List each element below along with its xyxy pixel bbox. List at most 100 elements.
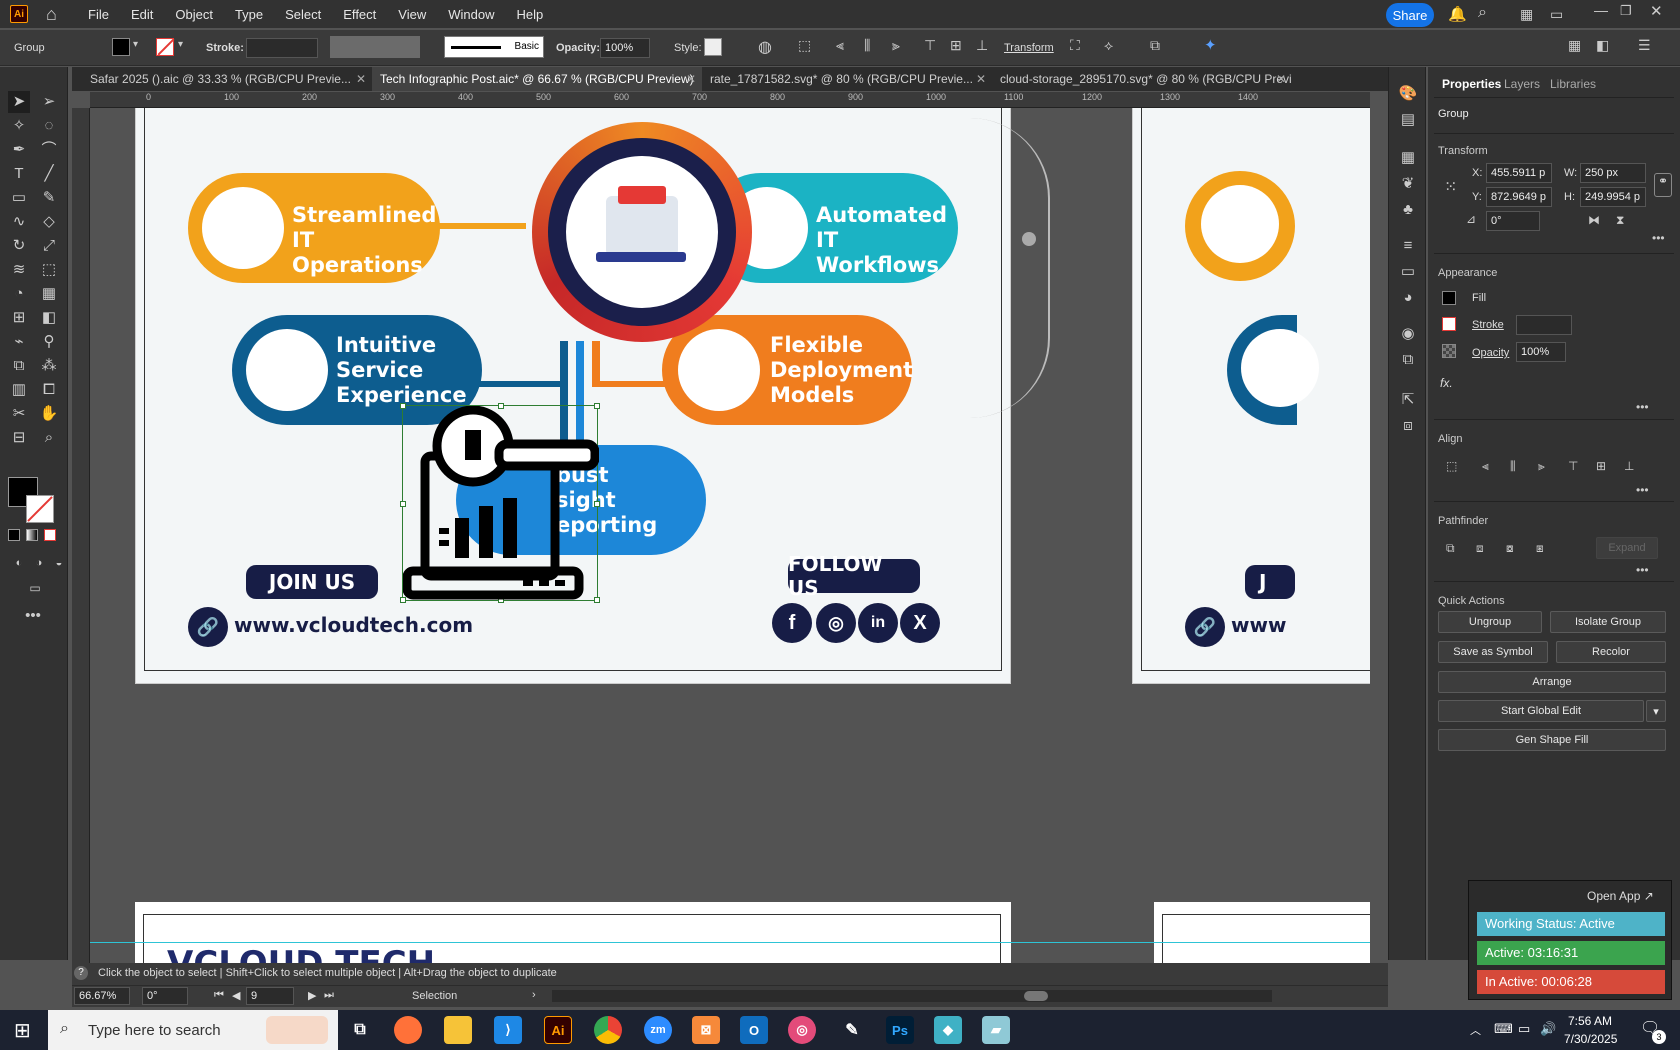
arrange-panels-icon[interactable]: ▦ [1568, 37, 1581, 54]
close-icon[interactable]: ✕ [1276, 72, 1286, 86]
menu-effect[interactable]: Effect [343, 7, 376, 22]
align-bottom-icon[interactable]: ⊥ [976, 37, 988, 54]
fx-button[interactable]: fx. [1440, 376, 1453, 390]
close-icon[interactable]: ✕ [356, 72, 366, 86]
menu-help[interactable]: Help [516, 7, 543, 22]
graphic-styles-icon[interactable]: ♣ [1397, 199, 1419, 221]
menu-select[interactable]: Select [285, 7, 321, 22]
shaper-icon[interactable]: ∿ [8, 211, 30, 233]
opacity-field[interactable]: 100% [1516, 342, 1566, 362]
facebook-icon[interactable]: f [772, 603, 812, 643]
x-icon[interactable]: X [900, 603, 940, 643]
artboard-right[interactable]: J 🔗 www [1132, 108, 1370, 684]
tab-layers[interactable]: Layers [1504, 77, 1540, 91]
artboard-next-right[interactable] [1154, 902, 1370, 963]
windows-start-icon[interactable]: ⊞ [14, 1018, 31, 1043]
chevron-down-icon[interactable]: ▾ [133, 39, 138, 50]
artboard-nav-icon[interactable]: ⊟ [8, 427, 30, 449]
transform-link[interactable]: Transform [1004, 42, 1054, 54]
center-hub[interactable] [532, 122, 752, 342]
app-icon-notes[interactable]: ▰ [982, 1016, 1010, 1044]
w-field[interactable]: 250 px [1580, 163, 1646, 183]
illustrator-icon[interactable]: Ai [544, 1016, 572, 1044]
share-button[interactable]: Share [1386, 3, 1434, 27]
curvature-icon[interactable]: ⌒ [38, 139, 60, 161]
h-field[interactable]: 249.9954 p [1580, 187, 1646, 207]
rotate-view-field[interactable]: 0° [142, 987, 188, 1005]
volume-icon[interactable]: 🔊 [1540, 1021, 1556, 1037]
menu-window[interactable]: Window [448, 7, 494, 22]
draw-normal-icon[interactable]: ◐ [8, 552, 30, 574]
rectangle-tool-icon[interactable]: ▭ [8, 187, 30, 209]
xampp-icon[interactable]: ⊠ [692, 1016, 720, 1044]
eyedropper-icon[interactable]: ⌁ [8, 331, 30, 353]
align-left-icon[interactable]: ⫷ [836, 37, 844, 54]
network-icon[interactable]: ▭ [1518, 1021, 1530, 1037]
menu-edit[interactable]: Edit [131, 7, 153, 22]
align-top-icon[interactable]: ⊤ [1568, 459, 1578, 473]
exclude-icon[interactable]: ⧆ [1536, 541, 1544, 556]
tab-safar[interactable]: Safar 2025 ().aic @ 33.33 % (RGB/CPU Pre… [82, 67, 372, 91]
creative-cloud-icon[interactable]: ◎ [788, 1016, 816, 1044]
stroke-swatch[interactable] [1442, 317, 1456, 331]
color-mode-icon[interactable] [8, 529, 20, 541]
gen-shape-fill-button[interactable]: Gen Shape Fill [1438, 729, 1666, 751]
draw-inside-icon[interactable]: ◒ [48, 552, 70, 574]
menu-type[interactable]: Type [235, 7, 263, 22]
slice-icon[interactable]: ✂ [8, 403, 30, 425]
app-icon-gem[interactable]: ◆ [934, 1016, 962, 1044]
chevron-right-icon[interactable]: › [532, 989, 536, 1001]
symbol-sprayer-icon[interactable]: ⁂ [38, 355, 60, 377]
recolor-button[interactable]: Recolor [1556, 641, 1666, 663]
task-view-icon[interactable]: ⧉ [346, 1016, 374, 1044]
mesh-icon[interactable]: ⊞ [8, 307, 30, 329]
file-explorer-icon[interactable] [444, 1016, 472, 1044]
open-app-link[interactable]: Open App ↗ [1587, 889, 1654, 903]
magic-wand-icon[interactable]: ✧ [8, 115, 30, 137]
recolor-icon[interactable]: ◍ [758, 37, 772, 57]
free-transform-icon[interactable]: ⬚ [38, 259, 60, 281]
first-artboard-icon[interactable]: ⏮ [214, 989, 224, 1002]
artboard-main[interactable]: Streamlined IT Operations Automated IT Wor… [135, 108, 1011, 684]
stroke-color-swatch[interactable] [26, 495, 54, 523]
panel-toggle-icon[interactable]: ◧ [1596, 37, 1609, 54]
swatches-icon[interactable]: ▤ [1397, 109, 1419, 131]
opacity-field[interactable]: 100% [600, 38, 650, 58]
home-icon[interactable]: ⌂ [46, 4, 66, 24]
selection-tool-icon[interactable]: ➤ [8, 91, 30, 113]
photoshop-icon[interactable]: Ps [886, 1016, 914, 1044]
artboard-number-field[interactable]: 9 [246, 987, 294, 1005]
last-artboard-icon[interactable]: ⏭ [324, 989, 334, 1002]
minus-front-icon[interactable]: ⧈ [1476, 541, 1484, 556]
tab-properties[interactable]: Properties [1442, 77, 1501, 91]
draw-behind-icon[interactable]: ◑ [28, 552, 50, 574]
measure-icon[interactable]: ⚲ [38, 331, 60, 353]
taskbar-time[interactable]: 7:56 AM [1568, 1014, 1612, 1028]
align-top-icon[interactable]: ⊤ [924, 37, 936, 54]
shape-builder-icon[interactable]: ◔ [8, 283, 30, 305]
more-options-icon[interactable]: ••• [1652, 231, 1665, 245]
align-right-icon[interactable]: ⫸ [1538, 459, 1545, 474]
search-icon[interactable]: ⌕ [1478, 4, 1487, 22]
fill-swatch[interactable] [1442, 291, 1456, 305]
gradient-mode-icon[interactable] [26, 529, 38, 541]
unite-icon[interactable]: ⧉ [1446, 541, 1455, 556]
stroke-swatch[interactable] [156, 38, 175, 56]
link-proportions-icon[interactable]: ⚭ [1654, 173, 1672, 197]
width-tool-icon[interactable]: ≋ [8, 259, 30, 281]
tab-cloud-storage[interactable]: cloud-storage_2895170.svg* @ 80 % (RGB/C… [992, 67, 1292, 91]
paintbrush-icon[interactable]: ✎ [38, 187, 60, 209]
hand-icon[interactable]: ✋ [38, 403, 60, 425]
zoom-icon[interactable]: ⌕ [38, 427, 60, 449]
vertical-ruler[interactable] [72, 108, 90, 963]
outlook-icon[interactable]: O [740, 1016, 768, 1044]
perspective-icon[interactable]: ▦ [38, 283, 60, 305]
blend-icon[interactable]: ⧉ [8, 355, 30, 377]
zoom-field[interactable]: 66.67% [74, 987, 130, 1005]
follow-us-button[interactable]: FOLLOW US [788, 552, 920, 600]
tray-chevron-icon[interactable]: ︿ [1470, 1022, 1481, 1038]
y-field[interactable]: 872.9649 p [1486, 187, 1552, 207]
screen-mode-icon[interactable]: ▭ [24, 577, 46, 599]
layers-panel-icon[interactable]: ⧉ [1397, 349, 1419, 371]
join-us-button[interactable]: JOIN US [246, 565, 378, 599]
